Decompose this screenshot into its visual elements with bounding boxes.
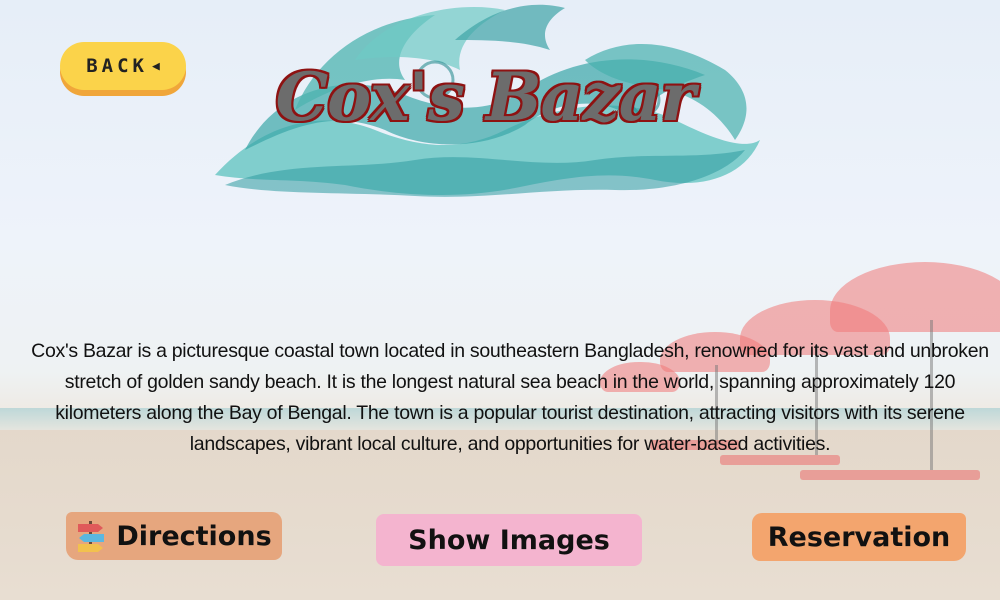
back-arrow-icon: ◀ [151,58,160,74]
reservation-button[interactable]: Reservation [752,513,966,561]
reservation-label: Reservation [767,521,951,553]
back-button[interactable]: BACK ◀ [60,42,186,90]
description-text: Cox's Bazar is a picturesque coastal tow… [31,340,989,455]
signpost-icon [76,519,106,553]
coxs-bazar-logo: Cox's Bazar [205,0,765,205]
directions-label: Directions [116,520,272,552]
back-label: BACK [86,55,148,77]
show-images-label: Show Images [408,524,610,556]
logo-title: Cox's Bazar [275,58,696,136]
directions-button[interactable]: Directions [66,512,282,560]
beach-chair [800,470,980,480]
show-images-button[interactable]: Show Images [376,514,642,566]
